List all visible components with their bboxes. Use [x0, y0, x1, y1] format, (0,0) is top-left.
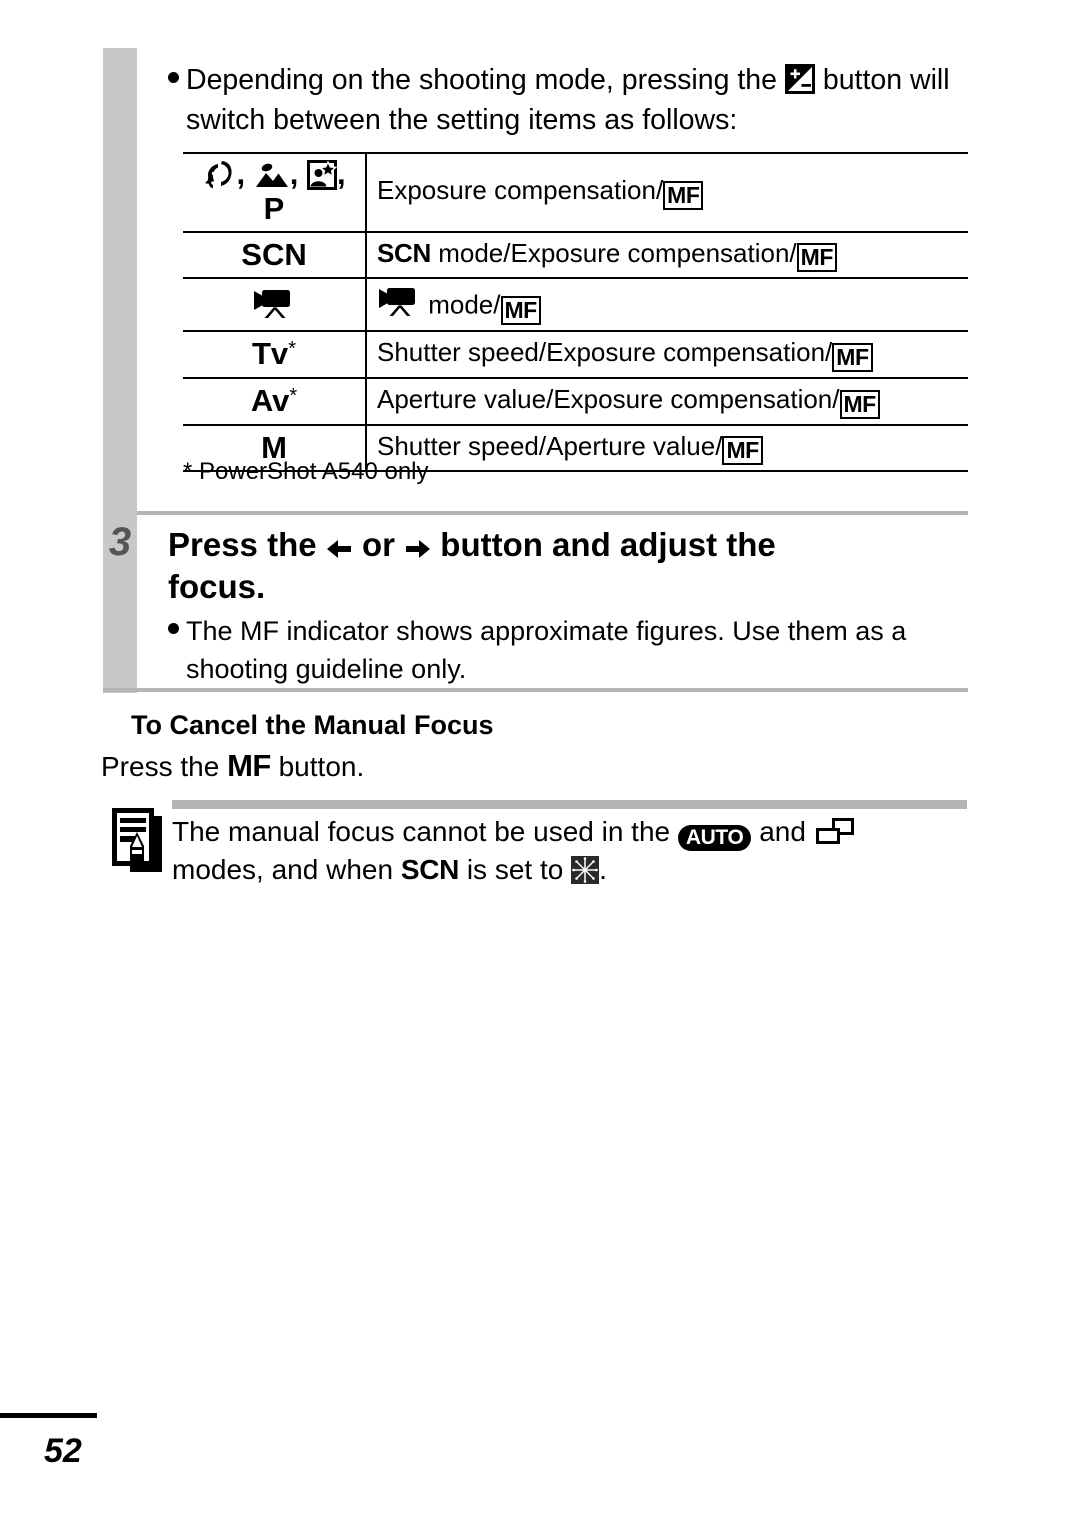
- night-scene-icon: [306, 159, 337, 190]
- footer-divider: [0, 1413, 97, 1418]
- step-bullet-text: The MF indicator shows approximate figur…: [186, 616, 907, 684]
- shooting-mode-table: , , , P Exposure compensation/ MF SCN SC…: [183, 152, 968, 473]
- mode-label-scn: SCN: [241, 237, 307, 272]
- auto-mode-badge: AUTO: [677, 824, 752, 851]
- table-row: Av* Aperture value/Exposure compensation…: [183, 376, 968, 425]
- step-title-line2: focus.: [168, 568, 266, 605]
- desc-scn-bold: SCN: [377, 237, 431, 268]
- exposure-compensation-icon: [784, 64, 815, 95]
- mf-boxed-icon: MF: [500, 295, 541, 325]
- mode-label-av: Av: [250, 383, 290, 419]
- intro-text-before: Depending on the shooting mode, pressing…: [186, 64, 777, 96]
- cancel-text-after: button.: [278, 751, 365, 782]
- note-text: The manual focus cannot be used in the A…: [172, 813, 972, 889]
- arrow-left-icon: [326, 536, 353, 562]
- step-title-part1: Press the: [168, 526, 317, 563]
- mf-boxed-icon: MF: [839, 389, 880, 419]
- step-bottom-divider: [103, 688, 968, 692]
- note-text-after: modes, and when: [172, 854, 394, 885]
- note-text-mid: and: [759, 816, 806, 847]
- note-text-before: The manual focus cannot be used in the: [172, 816, 671, 847]
- mode-cell-av: Av*: [183, 376, 367, 425]
- step-bullet: The MF indicator shows approximate figur…: [168, 612, 978, 688]
- intro-text-after: button: [822, 64, 903, 96]
- mode-cell-movie: [183, 277, 367, 331]
- step-number: 3: [108, 520, 132, 564]
- table-row: Tv* Shutter speed/Exposure compensation/…: [183, 329, 968, 378]
- movie-icon: [252, 286, 296, 320]
- intro-paragraph: Depending on the shooting mode, pressing…: [168, 60, 968, 140]
- page-number: 52: [44, 1432, 82, 1470]
- mode-cell-tv: Tv*: [183, 329, 367, 378]
- table-row: mode/MF: [183, 277, 968, 331]
- mode-cell-scn: SCN: [183, 230, 367, 279]
- mf-boxed-icon: MF: [722, 436, 763, 466]
- mf-boxed-icon: MF: [663, 180, 704, 210]
- cancel-text-before: Press the: [101, 751, 220, 782]
- mode-label-tv: Tv: [252, 336, 289, 372]
- mf-label: MF: [227, 748, 271, 783]
- mf-boxed-icon: MF: [832, 342, 873, 372]
- desc-text: Exposure compensation/: [377, 174, 664, 205]
- arrow-right-icon: [404, 536, 431, 562]
- cancel-section-heading: To Cancel the Manual Focus: [131, 710, 494, 740]
- step-sidebar-band: [103, 48, 137, 693]
- icon-separator-comma: ,: [236, 156, 246, 191]
- memo-pencil-icon: [110, 806, 166, 885]
- desc-cell-scn: SCN mode/Exposure compensation/MF: [366, 230, 968, 279]
- mf-boxed-icon: MF: [796, 243, 837, 273]
- note-text-end: is set to: [466, 854, 564, 885]
- desc-text: Shutter speed/Aperture value/: [377, 430, 723, 461]
- desc-text: mode/: [421, 289, 501, 320]
- desc-cell-av: Aperture value/Exposure compensation/MF: [366, 376, 968, 425]
- table-row: SCN SCN mode/Exposure compensation/MF: [183, 230, 968, 279]
- desc-cell-creative: Exposure compensation/MF: [366, 152, 968, 232]
- icon-separator-comma: ,: [289, 156, 299, 191]
- step-title-part2: button and adjust the: [440, 526, 776, 563]
- footnote-marker: *: [289, 385, 298, 408]
- desc-text: Shutter speed/Exposure compensation/: [377, 336, 833, 367]
- table-row: , , , P Exposure compensation/ MF: [183, 152, 968, 232]
- bullet-dot-icon: [168, 71, 179, 83]
- note-period: .: [599, 854, 607, 885]
- note-top-bar: [172, 800, 967, 809]
- mode-label-p: P: [263, 190, 285, 226]
- step-top-divider: [137, 511, 968, 515]
- mode-cell-creative: , , , P: [183, 152, 367, 232]
- portrait-icon: [202, 160, 236, 190]
- cancel-section-text: Press the MF button.: [101, 748, 364, 784]
- step-title: Press the or button and adjust the focus…: [168, 524, 973, 608]
- landscape-icon: [254, 162, 290, 190]
- movie-icon: [377, 284, 421, 318]
- step-title-or: or: [361, 526, 395, 563]
- desc-cell-m: Shutter speed/Aperture value/MF: [366, 423, 968, 473]
- table-footnote: * PowerShot A540 only: [183, 458, 429, 485]
- desc-cell-movie: mode/MF: [366, 277, 968, 331]
- stitch-assist-icon: [814, 816, 856, 846]
- fireworks-icon: [571, 856, 600, 885]
- footnote-marker: *: [288, 338, 296, 361]
- scn-label: SCN: [400, 854, 460, 885]
- desc-text: mode/Exposure compensation/: [431, 237, 797, 268]
- desc-cell-tv: Shutter speed/Exposure compensation/MF: [366, 329, 968, 378]
- desc-text: Aperture value/Exposure compensation/: [377, 383, 840, 414]
- icon-separator-comma: ,: [336, 156, 346, 191]
- bullet-dot-icon: [168, 623, 179, 635]
